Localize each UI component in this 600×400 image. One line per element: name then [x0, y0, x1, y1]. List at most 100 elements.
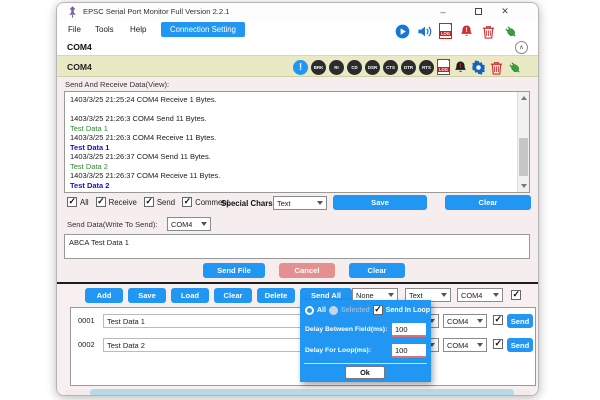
send-data-input[interactable]: ABCA Test Data 1	[64, 234, 530, 259]
row-port-select[interactable]: COM4	[443, 314, 487, 328]
signal-dtr-button[interactable]: DTR	[401, 59, 416, 75]
signal-rts-button[interactable]: RTS	[419, 59, 434, 75]
port-select[interactable]: COM4	[457, 288, 503, 302]
info-exclaim-icon[interactable]: !	[293, 59, 308, 75]
close-button[interactable]: ✕	[497, 4, 513, 19]
settings-gear-icon[interactable]	[471, 59, 486, 75]
view-clear-button[interactable]: Clear	[445, 195, 531, 210]
data-view[interactable]: 1403/3/25 21:25:24 COM4 Receive 1 Bytes.…	[64, 91, 530, 193]
special-chars-label: Special Chars:	[221, 199, 276, 208]
select-all-checkbox[interactable]	[511, 289, 521, 300]
trash-icon[interactable]	[489, 60, 504, 75]
svg-text:!: !	[459, 63, 461, 70]
row-port-select[interactable]: COM4	[443, 338, 487, 352]
collapse-button[interactable]: ∧	[515, 41, 528, 54]
view-save-button[interactable]: Save	[333, 195, 427, 210]
scrollbar-thumb[interactable]	[90, 389, 514, 395]
cancel-button[interactable]: Cancel	[279, 263, 335, 278]
send-in-loop-label: Send In Loop	[385, 306, 431, 314]
connect-plug-icon[interactable]	[507, 60, 522, 75]
chevron-down-icon	[493, 293, 499, 297]
ok-button[interactable]: Ok	[345, 366, 385, 379]
delay-between-field-label: Delay Between Field(ms):	[305, 326, 388, 333]
menu-help[interactable]: Help	[130, 25, 146, 34]
signal-dsr-button[interactable]: DSR	[365, 59, 380, 75]
app-pin-icon	[69, 6, 76, 18]
send-file-button[interactable]: Send File	[203, 263, 265, 278]
send-in-loop-checkbox[interactable]	[372, 304, 383, 315]
all-label: All	[80, 197, 89, 207]
send-data-label: Send Data(Write To Send):	[67, 220, 158, 229]
mode-value: None	[356, 290, 374, 300]
maximize-button[interactable]	[470, 4, 486, 19]
scroll-up-icon[interactable]	[521, 96, 527, 100]
window-title: EPSC Serial Port Monitor Full Version 2.…	[83, 7, 230, 16]
selected-radio[interactable]	[328, 305, 338, 315]
signal-cd-button[interactable]: CD	[347, 59, 362, 75]
menu-tools[interactable]: Tools	[95, 25, 114, 34]
send-port-value: COM4	[171, 219, 193, 229]
row-port-value: COM4	[447, 316, 469, 326]
log-line-received: Test Data 2	[70, 180, 110, 190]
log-file-icon[interactable]: LOG	[437, 59, 450, 75]
popup-options-row: All Selected Send In Loop	[305, 304, 431, 315]
menu-bar: File Tools Help Connection Setting LOG !	[57, 21, 538, 40]
signal-brk-button[interactable]: BRK	[311, 59, 326, 75]
send-label: Send	[156, 197, 176, 207]
row-checkbox[interactable]	[493, 338, 503, 349]
row-send-button[interactable]: Send	[507, 338, 533, 352]
main-content: Send And Receive Data(View): 1403/3/25 2…	[57, 77, 538, 282]
port-value: COM4	[461, 290, 483, 300]
menu-file[interactable]: File	[68, 25, 81, 34]
row-index: 0002	[78, 340, 95, 349]
signal-cts-button[interactable]: CTS	[383, 59, 398, 75]
title-bar[interactable]: EPSC Serial Port Monitor Full Version 2.…	[57, 3, 538, 21]
filter-checkboxes: All Receive Send Comment	[67, 196, 229, 207]
delay-for-loop-label: Delay For Loop(ms):	[305, 347, 372, 354]
add-button[interactable]: Add	[85, 288, 123, 303]
delay-between-field-input[interactable]	[392, 323, 426, 337]
doc-fold-icon	[449, 23, 452, 26]
scroll-down-icon[interactable]	[521, 184, 527, 188]
vertical-scrollbar[interactable]	[517, 92, 529, 192]
receive-checkbox[interactable]	[95, 196, 106, 207]
chevron-down-icon	[388, 293, 394, 297]
row-send-button[interactable]: Send	[507, 314, 533, 328]
all-radio[interactable]	[305, 305, 314, 315]
delay-loop-row: Delay For Loop(ms):	[305, 344, 426, 358]
alert-bell-icon[interactable]: !	[459, 24, 474, 39]
connect-plug-icon[interactable]	[503, 24, 518, 39]
toolbar-icons: LOG !	[395, 23, 518, 39]
delete-button[interactable]: Delete	[257, 288, 295, 303]
send-port-select[interactable]: COM4	[167, 217, 211, 231]
alarm-bell-icon[interactable]: !	[453, 60, 468, 75]
trash-icon[interactable]	[481, 24, 496, 39]
special-chars-select[interactable]: Text	[273, 196, 327, 210]
row-checkbox[interactable]	[493, 314, 503, 325]
port-row: COM4 ∧	[57, 40, 538, 55]
filter-send: Send	[143, 196, 176, 207]
scrollbar-thumb[interactable]	[519, 138, 528, 176]
popup-divider	[304, 363, 427, 364]
comment-checkbox[interactable]	[182, 196, 193, 207]
send-buttons-row: Send File Cancel Clear	[57, 263, 538, 278]
speaker-icon[interactable]	[417, 24, 432, 39]
delay-field-row: Delay Between Field(ms):	[305, 323, 426, 337]
all-checkbox[interactable]	[67, 196, 77, 207]
log-line-received: Test Data 1	[70, 142, 110, 152]
play-icon[interactable]	[395, 24, 410, 39]
signal-ri-button[interactable]: RI	[329, 59, 344, 75]
horizontal-scrollbar[interactable]	[65, 389, 531, 395]
log-file-icon[interactable]: LOG	[439, 23, 452, 39]
load-button[interactable]: Load	[171, 288, 209, 303]
chevron-down-icon	[477, 343, 483, 347]
delay-for-loop-input[interactable]	[392, 344, 426, 358]
send-all-popup: All Selected Send In Loop Delay Between …	[300, 300, 431, 382]
minimize-button[interactable]: –	[435, 4, 451, 19]
send-clear-button[interactable]: Clear	[349, 263, 405, 278]
connection-setting-button[interactable]: Connection Setting	[161, 22, 245, 37]
send-checkbox[interactable]	[143, 196, 154, 207]
save-button[interactable]: Save	[128, 288, 166, 303]
clear-button[interactable]: Clear	[214, 288, 252, 303]
row-port-value: COM4	[447, 340, 469, 350]
